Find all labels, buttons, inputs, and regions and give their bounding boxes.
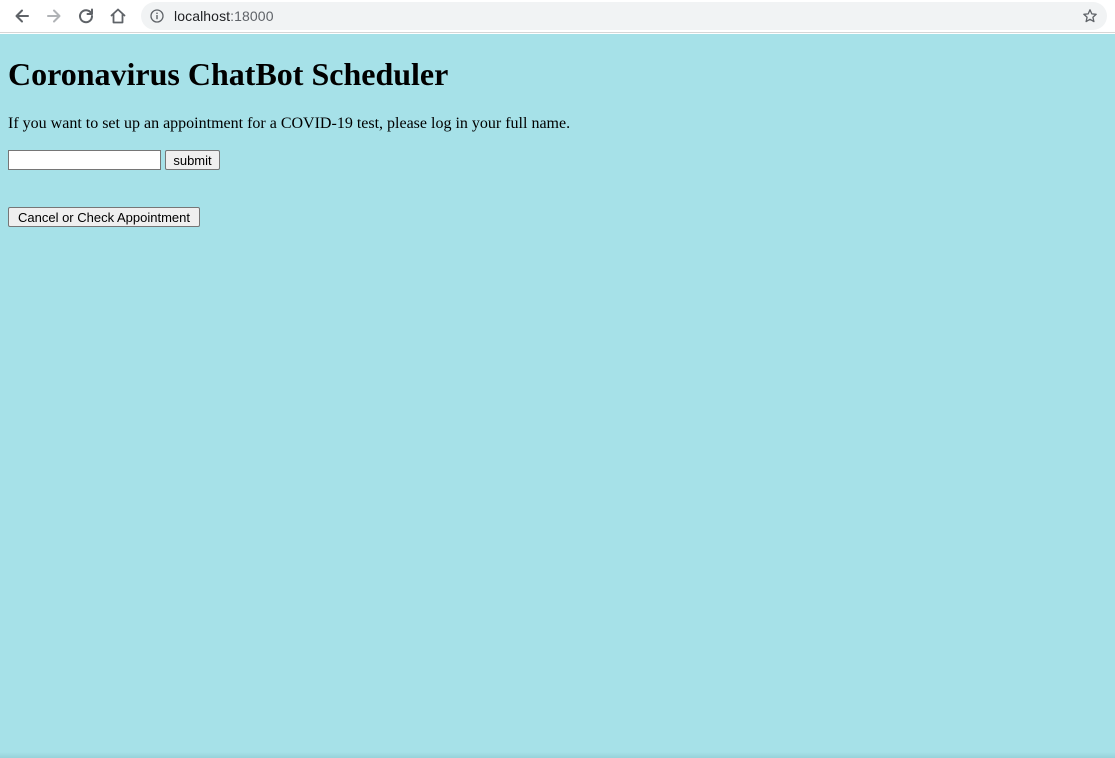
back-arrow-icon (15, 9, 29, 23)
page-content: Coronavirus ChatBot Scheduler If you wan… (0, 34, 1115, 758)
url-text[interactable]: localhost:18000 (174, 2, 274, 30)
home-icon (110, 8, 126, 24)
full-name-input[interactable] (8, 150, 161, 170)
address-bar[interactable]: localhost:18000 (141, 2, 1107, 30)
back-button[interactable] (10, 4, 34, 28)
url-host: localhost (174, 8, 231, 24)
info-icon[interactable] (150, 9, 164, 23)
star-icon[interactable] (1082, 8, 1098, 24)
url-port: :18000 (230, 8, 274, 24)
forward-button[interactable] (42, 4, 66, 28)
cancel-or-check-appointment-button[interactable]: Cancel or Check Appointment (8, 207, 200, 227)
page-title: Coronavirus ChatBot Scheduler (8, 56, 449, 92)
submit-button[interactable]: submit (165, 150, 220, 170)
browser-toolbar: localhost:18000 (0, 0, 1115, 33)
bottom-shadow (0, 752, 1115, 758)
reload-button[interactable] (74, 4, 98, 28)
forward-arrow-icon (47, 9, 61, 23)
intro-text: If you want to set up an appointment for… (8, 115, 571, 132)
home-button[interactable] (106, 4, 130, 28)
reload-icon (79, 8, 94, 24)
